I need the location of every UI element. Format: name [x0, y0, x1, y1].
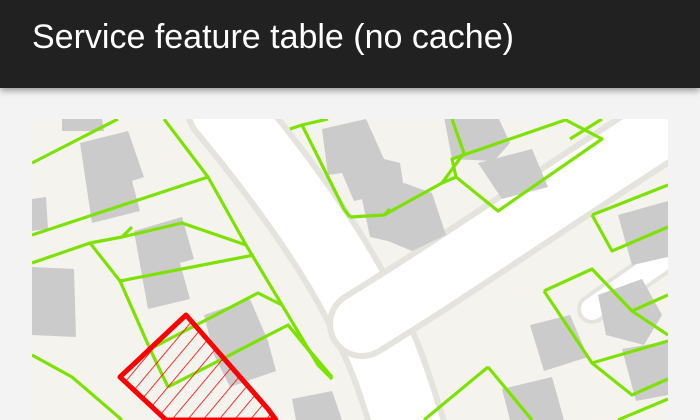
map-canvas[interactable]	[32, 119, 668, 420]
content-area	[0, 88, 700, 420]
app-title: Service feature table (no cache)	[32, 18, 514, 56]
map-view[interactable]	[32, 119, 668, 420]
app-bar: Service feature table (no cache)	[0, 0, 700, 88]
